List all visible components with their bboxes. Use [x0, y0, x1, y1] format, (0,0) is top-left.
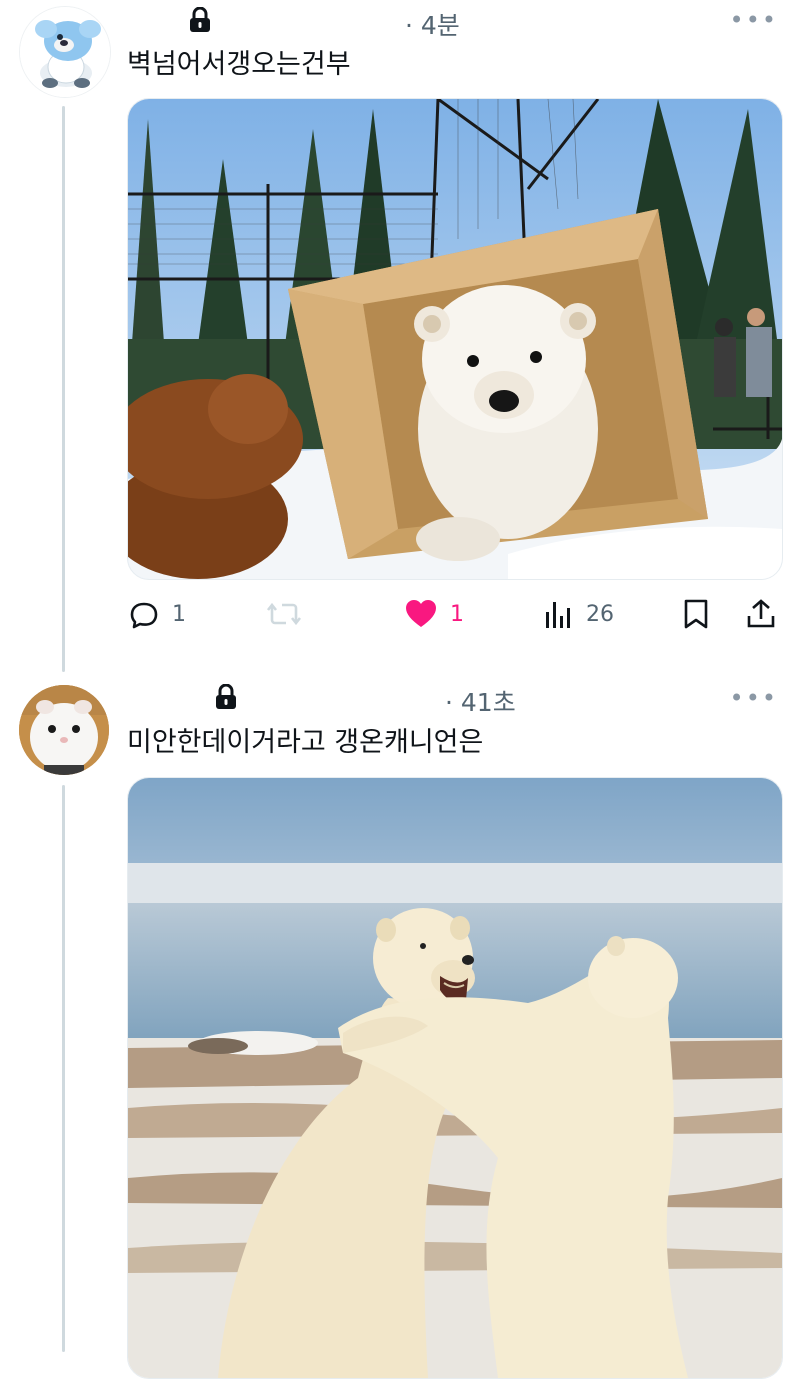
views-icon	[546, 602, 570, 628]
share-icon	[747, 599, 775, 628]
avatar-hamster-image	[19, 685, 109, 775]
photo-image	[128, 778, 782, 1378]
share-button[interactable]	[746, 598, 776, 630]
avatar[interactable]	[19, 685, 109, 775]
tweet-time[interactable]: · 4분	[405, 6, 460, 42]
avatar-character-image	[20, 7, 110, 97]
reply-button[interactable]: 1	[128, 598, 186, 630]
lock-icon	[216, 684, 236, 709]
tweet-text: 벽넘어서갱오는건부	[127, 49, 351, 80]
views-button[interactable]: 26	[544, 598, 614, 630]
tweet-time[interactable]: · 41초	[445, 683, 516, 719]
retweet-icon	[266, 602, 302, 626]
more-icon[interactable]: •••	[730, 6, 778, 34]
photo-image	[128, 99, 782, 579]
views-count: 26	[586, 601, 614, 627]
bookmark-button[interactable]	[682, 598, 710, 630]
reply-count: 1	[172, 601, 186, 627]
bookmark-icon	[684, 599, 708, 629]
like-button[interactable]: 1	[404, 598, 464, 630]
heart-icon	[406, 600, 436, 627]
tweet-photo-polar-bear-cub-in-box[interactable]	[127, 98, 783, 580]
avatar[interactable]	[19, 6, 111, 98]
like-count: 1	[450, 601, 464, 627]
more-icon[interactable]: •••	[730, 684, 778, 712]
tweet-photo-polar-bears-wrestling[interactable]	[127, 777, 783, 1379]
thread-line-2	[62, 785, 65, 1352]
reply-icon	[130, 602, 158, 629]
retweet-button[interactable]	[266, 598, 314, 630]
lock-icon	[190, 7, 210, 32]
thread-line-1	[62, 106, 65, 672]
tweet-text: 미안한데이거라고 갱온캐니언은	[127, 727, 484, 758]
